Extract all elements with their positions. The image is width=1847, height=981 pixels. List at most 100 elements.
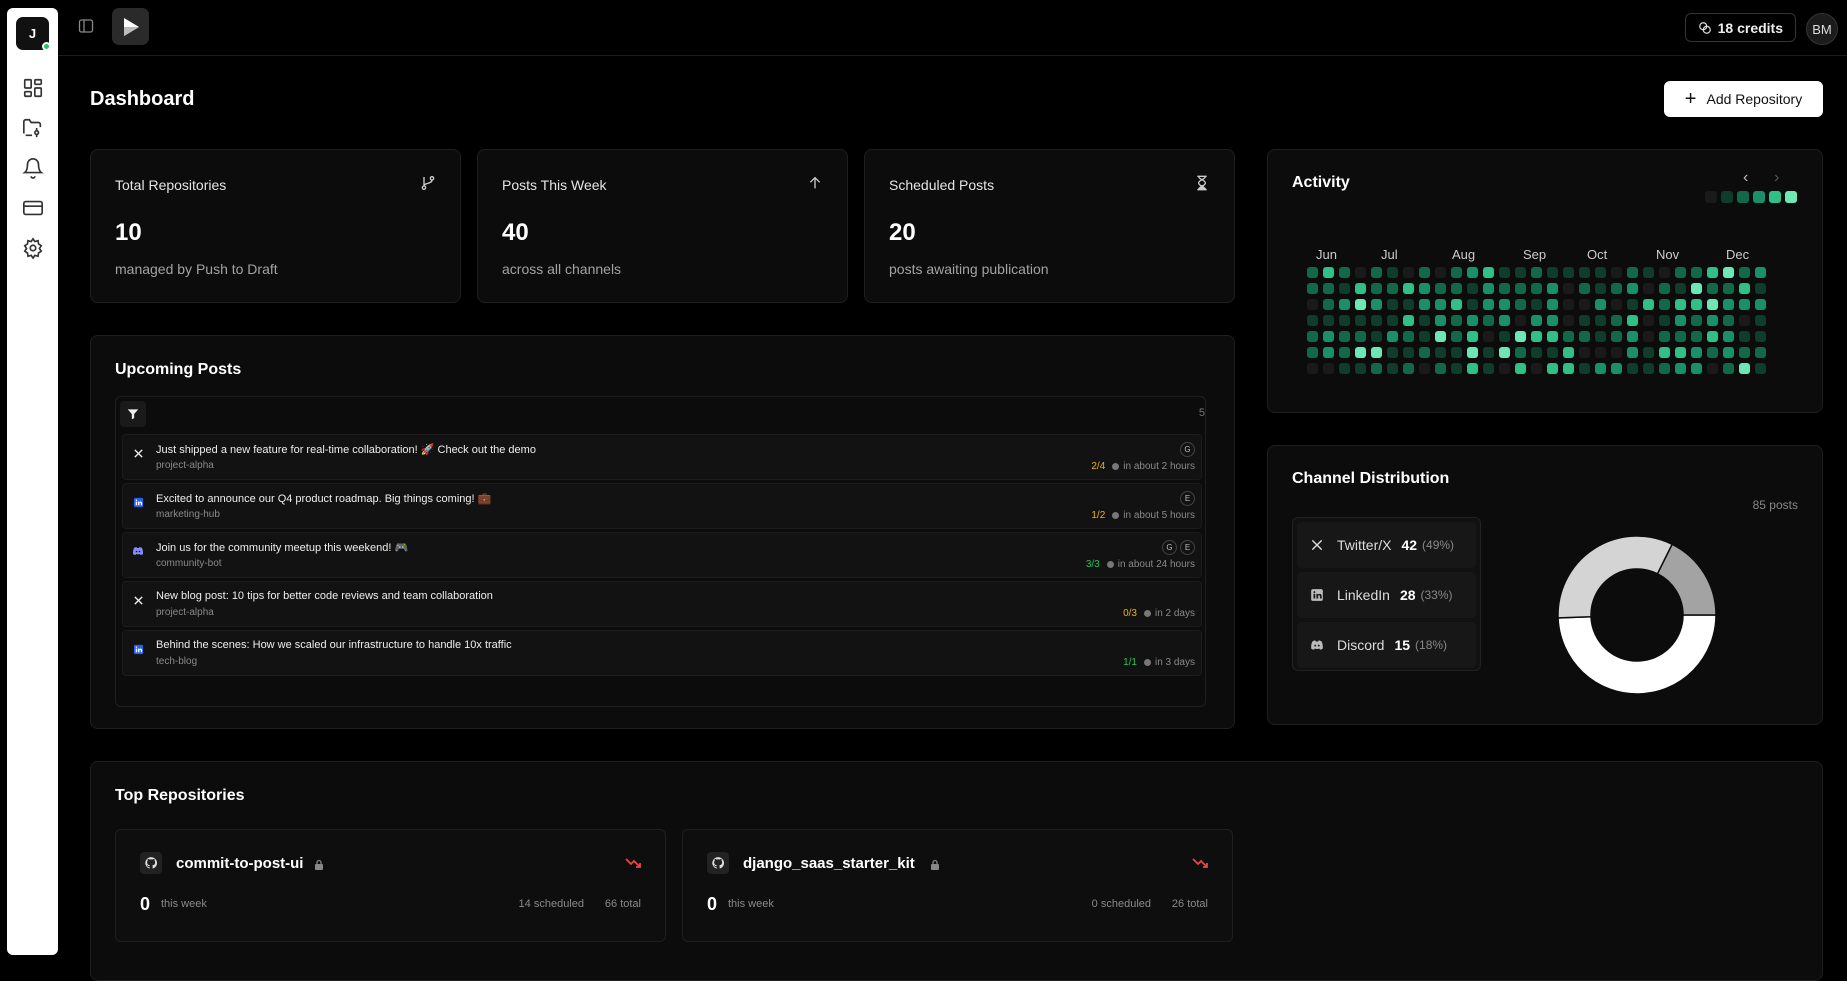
activity-cell[interactable] <box>1755 283 1766 294</box>
activity-cell[interactable] <box>1515 283 1526 294</box>
activity-cell[interactable] <box>1707 363 1718 374</box>
activity-cell[interactable] <box>1339 331 1350 342</box>
activity-cell[interactable] <box>1515 347 1526 358</box>
activity-cell[interactable] <box>1435 363 1446 374</box>
activity-cell[interactable] <box>1435 283 1446 294</box>
activity-cell[interactable] <box>1323 283 1334 294</box>
donut-slice-twitterx[interactable] <box>1558 615 1716 694</box>
activity-cell[interactable] <box>1403 315 1414 326</box>
activity-cell[interactable] <box>1707 331 1718 342</box>
activity-cell[interactable] <box>1579 315 1590 326</box>
credits-button[interactable]: 18 credits <box>1685 13 1796 42</box>
previous-arrow-icon[interactable]: ‹ <box>1743 169 1748 187</box>
channel-row-linkedin[interactable]: LinkedIn 28 (33%) <box>1297 572 1476 618</box>
bell-icon[interactable] <box>20 155 46 181</box>
activity-cell[interactable] <box>1467 267 1478 278</box>
activity-cell[interactable] <box>1723 267 1734 278</box>
activity-cell[interactable] <box>1499 299 1510 310</box>
activity-cell[interactable] <box>1755 347 1766 358</box>
activity-cell[interactable] <box>1675 299 1686 310</box>
activity-cell[interactable] <box>1659 267 1670 278</box>
activity-cell[interactable] <box>1531 363 1542 374</box>
activity-cell[interactable] <box>1339 283 1350 294</box>
activity-cell[interactable] <box>1451 331 1462 342</box>
activity-cell[interactable] <box>1419 283 1430 294</box>
activity-cell[interactable] <box>1323 347 1334 358</box>
activity-cell[interactable] <box>1419 315 1430 326</box>
activity-cell[interactable] <box>1435 331 1446 342</box>
activity-cell[interactable] <box>1723 363 1734 374</box>
activity-cell[interactable] <box>1371 331 1382 342</box>
activity-cell[interactable] <box>1515 363 1526 374</box>
activity-cell[interactable] <box>1531 299 1542 310</box>
activity-cell[interactable] <box>1707 347 1718 358</box>
post-row[interactable]: Join us for the community meetup this we… <box>122 532 1202 578</box>
activity-cell[interactable] <box>1675 283 1686 294</box>
activity-cell[interactable] <box>1675 315 1686 326</box>
activity-cell[interactable] <box>1467 331 1478 342</box>
activity-cell[interactable] <box>1611 299 1622 310</box>
activity-cell[interactable] <box>1339 315 1350 326</box>
activity-cell[interactable] <box>1579 267 1590 278</box>
donut-slice-discord[interactable] <box>1658 544 1716 615</box>
activity-cell[interactable] <box>1451 283 1462 294</box>
activity-cell[interactable] <box>1739 283 1750 294</box>
activity-cell[interactable] <box>1323 363 1334 374</box>
activity-cell[interactable] <box>1643 315 1654 326</box>
activity-cell[interactable] <box>1435 299 1446 310</box>
activity-cell[interactable] <box>1483 347 1494 358</box>
activity-cell[interactable] <box>1355 347 1366 358</box>
repo-card[interactable]: commit-to-post-ui 0 this week 14 schedul… <box>115 829 666 942</box>
activity-cell[interactable] <box>1659 315 1670 326</box>
activity-cell[interactable] <box>1707 299 1718 310</box>
activity-cell[interactable] <box>1371 267 1382 278</box>
activity-cell[interactable] <box>1371 363 1382 374</box>
activity-cell[interactable] <box>1691 363 1702 374</box>
activity-cell[interactable] <box>1723 347 1734 358</box>
activity-cell[interactable] <box>1547 331 1558 342</box>
activity-cell[interactable] <box>1611 331 1622 342</box>
donut-slice-linkedin[interactable] <box>1558 536 1672 618</box>
activity-cell[interactable] <box>1595 315 1606 326</box>
activity-cell[interactable] <box>1755 331 1766 342</box>
workspace-logo[interactable]: J <box>16 17 49 50</box>
activity-cell[interactable] <box>1339 267 1350 278</box>
activity-cell[interactable] <box>1579 299 1590 310</box>
activity-cell[interactable] <box>1387 331 1398 342</box>
activity-cell[interactable] <box>1643 363 1654 374</box>
activity-cell[interactable] <box>1531 315 1542 326</box>
activity-cell[interactable] <box>1419 347 1430 358</box>
activity-cell[interactable] <box>1387 267 1398 278</box>
activity-cell[interactable] <box>1467 299 1478 310</box>
activity-cell[interactable] <box>1723 299 1734 310</box>
activity-cell[interactable] <box>1739 331 1750 342</box>
activity-cell[interactable] <box>1627 299 1638 310</box>
activity-cell[interactable] <box>1387 315 1398 326</box>
activity-cell[interactable] <box>1659 331 1670 342</box>
activity-cell[interactable] <box>1675 363 1686 374</box>
activity-cell[interactable] <box>1515 315 1526 326</box>
activity-cell[interactable] <box>1403 347 1414 358</box>
activity-cell[interactable] <box>1563 315 1574 326</box>
activity-cell[interactable] <box>1355 267 1366 278</box>
activity-cell[interactable] <box>1467 347 1478 358</box>
activity-cell[interactable] <box>1403 267 1414 278</box>
activity-cell[interactable] <box>1323 267 1334 278</box>
activity-cell[interactable] <box>1483 267 1494 278</box>
activity-cell[interactable] <box>1403 283 1414 294</box>
activity-cell[interactable] <box>1435 347 1446 358</box>
activity-cell[interactable] <box>1723 331 1734 342</box>
activity-cell[interactable] <box>1451 299 1462 310</box>
activity-cell[interactable] <box>1563 267 1574 278</box>
add-repository-button[interactable]: + Add Repository <box>1664 81 1823 117</box>
activity-cell[interactable] <box>1355 299 1366 310</box>
activity-cell[interactable] <box>1675 331 1686 342</box>
activity-cell[interactable] <box>1739 299 1750 310</box>
activity-cell[interactable] <box>1755 363 1766 374</box>
activity-cell[interactable] <box>1579 331 1590 342</box>
activity-cell[interactable] <box>1691 267 1702 278</box>
activity-cell[interactable] <box>1547 283 1558 294</box>
activity-cell[interactable] <box>1563 283 1574 294</box>
activity-cell[interactable] <box>1339 347 1350 358</box>
activity-cell[interactable] <box>1515 299 1526 310</box>
